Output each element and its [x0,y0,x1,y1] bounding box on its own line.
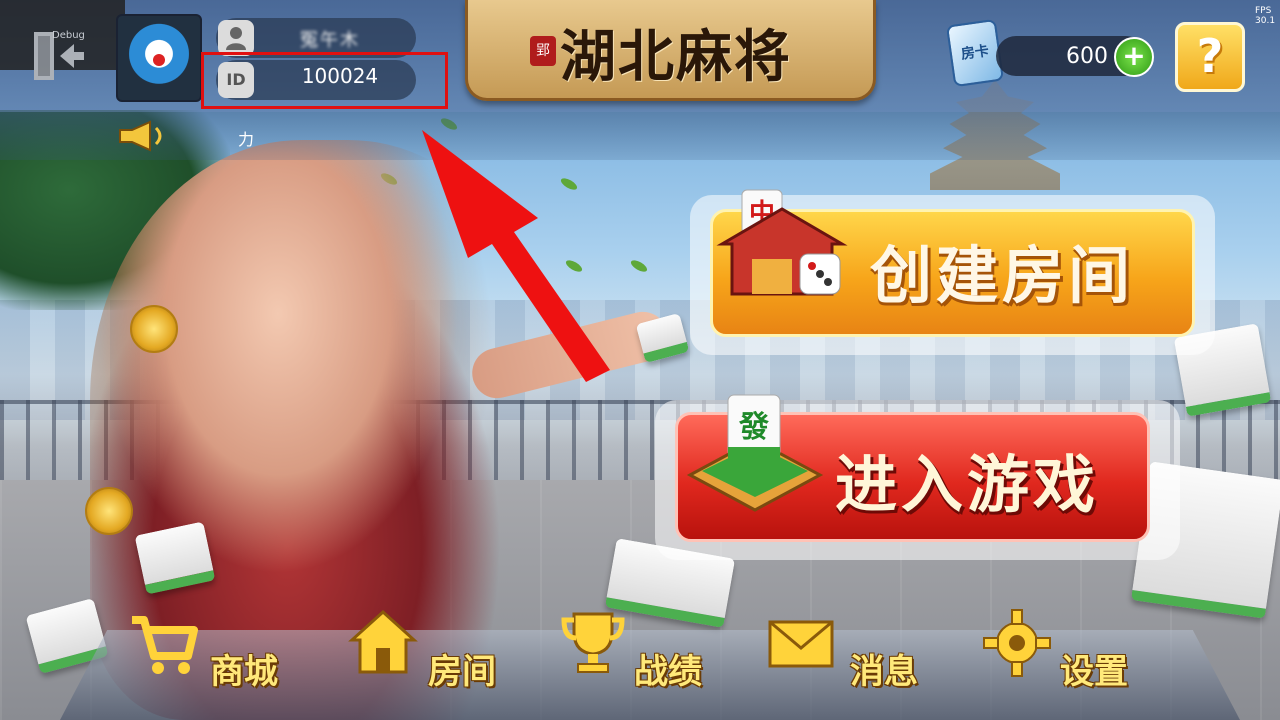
fps-counter: FPS 30.1 [1255,6,1275,26]
add-room-card-button[interactable]: + [1114,37,1154,77]
red-arrow-annotation [422,130,610,382]
nav-label: 战绩 [634,652,702,692]
gold-coin [130,305,178,353]
game-title: 湖北麻将 [560,24,792,90]
speaker-icon[interactable] [114,120,170,152]
nav-item-shop[interactable]: 商城 [128,608,298,708]
id-highlight-box [201,52,448,109]
fps-value: 30.1 [1255,16,1276,26]
create-room-label: 创建房间 [870,239,1135,312]
nav-label: 商城 [210,652,278,692]
title-seal: 郢 [530,36,556,66]
trophy-icon [561,612,625,673]
notice-ticker-text: 力 [238,130,255,149]
person-glyph [226,27,246,50]
user-icon [218,20,254,56]
room-card-balance: 600 [1066,44,1108,69]
avatar[interactable] [116,14,202,102]
mahjong-table-icon: 發 [686,394,824,512]
house-icon [348,609,418,674]
nav-item-messages[interactable]: 消息 [766,608,936,708]
nav-item-settings[interactable]: 设置 [982,608,1152,708]
avatar-nose [153,54,165,66]
nav-item-records[interactable]: 战绩 [558,608,728,708]
nav-item-rooms[interactable]: 房间 [348,608,518,708]
nav-label: 设置 [1060,652,1128,692]
player-name: 冤午木 [300,30,360,51]
mail-icon [768,620,834,668]
enter-game-label: 进入游戏 [835,448,1100,521]
nav-label: 消息 [850,652,918,692]
debug-button[interactable]: Debug [0,0,125,80]
help-button[interactable]: ? [1175,22,1245,92]
debug-label: Debug [52,30,85,41]
fps-label: FPS [1255,6,1272,16]
house-dice-icon: 中 [716,189,848,296]
enter-tile-char: 發 [738,410,769,445]
shop-cart-icon [132,616,198,674]
nav-label: 房间 [428,652,496,692]
gold-coin [85,487,133,535]
gear-icon [983,609,1051,677]
